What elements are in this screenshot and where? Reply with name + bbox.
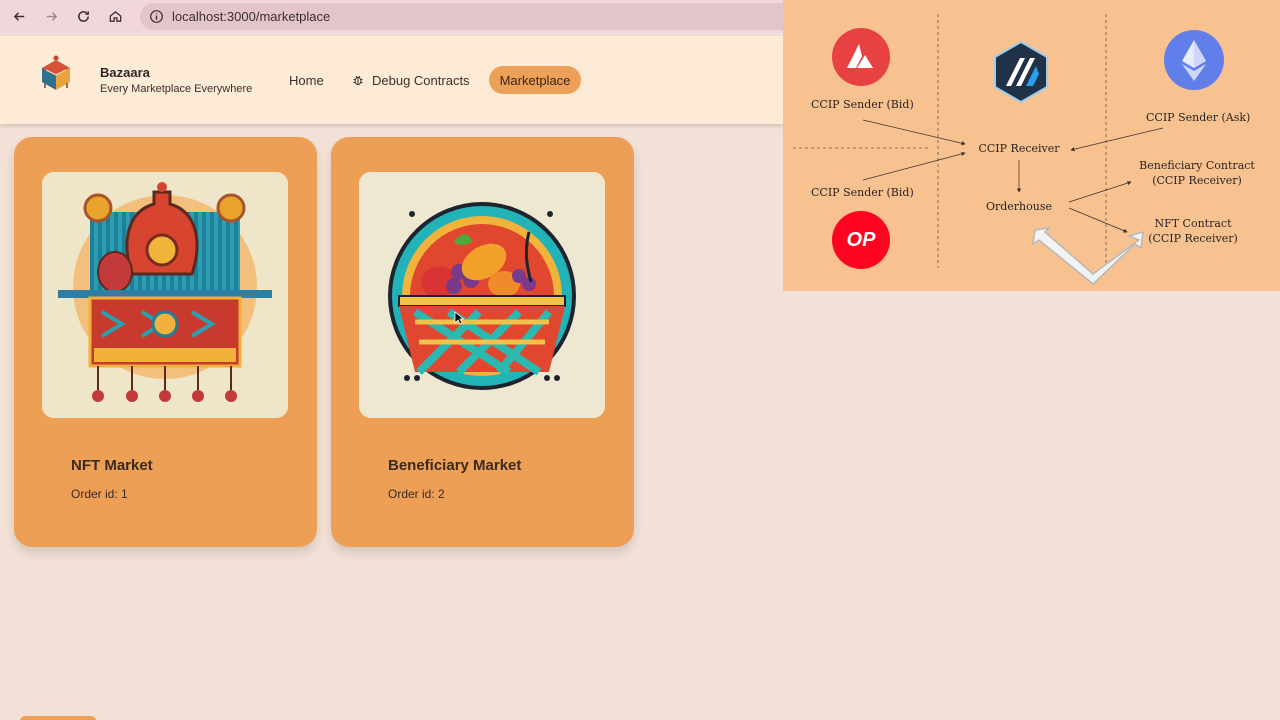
url-text[interactable]: localhost:3000/marketplace: [172, 9, 330, 24]
label-nft-receiver: (CCIP Receiver): [1148, 232, 1238, 245]
address-bar[interactable]: localhost:3000/marketplace: [140, 3, 800, 30]
label-sender-bid-bottom: CCIP Sender (Bid): [811, 186, 914, 199]
label-sender-bid-top: CCIP Sender (Bid): [811, 98, 914, 111]
market-card-nft[interactable]: NFT Market Order id: 1: [14, 137, 317, 547]
browser-toolbar: localhost:3000/marketplace: [0, 0, 800, 33]
market-card-beneficiary[interactable]: Beneficiary Market Order id: 2: [331, 137, 634, 547]
label-beneficiary-contract: Beneficiary Contract: [1139, 159, 1255, 172]
optimism-logo: OP: [832, 211, 890, 269]
nav-debug-label: Debug Contracts: [372, 72, 470, 88]
nav-debug-contracts[interactable]: Debug Contracts: [352, 66, 470, 94]
label-nft-contract: NFT Contract: [1154, 217, 1232, 230]
ethereum-logo: [1164, 30, 1224, 90]
footer-button-partial[interactable]: [20, 716, 96, 720]
nav-home-label: Home: [289, 72, 324, 88]
label-orderhouse: Orderhouse: [985, 200, 1053, 213]
app-header: Bazaara Every Marketplace Everywhere Hom…: [0, 36, 783, 124]
forward-button[interactable]: [35, 0, 67, 33]
home-button[interactable]: [99, 0, 131, 33]
home-icon: [109, 10, 121, 22]
arbitrum-logo: [994, 40, 1048, 104]
mouse-cursor-icon: [454, 311, 464, 325]
back-button[interactable]: [3, 0, 35, 33]
label-beneficiary-receiver: (CCIP Receiver): [1152, 174, 1242, 187]
label-receiver: CCIP Receiver: [978, 142, 1060, 155]
architecture-diagram: OP CCIP Sender (Bid) CCIP Sender (Bid) C…: [783, 0, 1280, 291]
nft-market-image: [42, 172, 288, 418]
bazaara-logo[interactable]: [36, 54, 76, 96]
reload-button[interactable]: [67, 0, 99, 33]
reload-icon: [77, 11, 89, 22]
nav-marketplace[interactable]: Marketplace: [489, 66, 581, 94]
forward-icon: [46, 12, 57, 21]
card-title: Beneficiary Market: [388, 457, 522, 474]
label-sender-ask: CCIP Sender (Ask): [1146, 111, 1251, 124]
beneficiary-market-image: [359, 172, 605, 418]
optimism-logo-text: OP: [846, 228, 876, 251]
avalanche-logo: [832, 28, 890, 86]
info-icon[interactable]: [148, 9, 164, 25]
card-title: NFT Market: [71, 457, 153, 474]
card-order-id: Order id: 1: [71, 487, 128, 501]
brand-name[interactable]: Bazaara: [100, 65, 150, 80]
brand-tagline: Every Marketplace Everywhere: [100, 83, 253, 95]
bug-icon: [353, 75, 363, 86]
nav-marketplace-label: Marketplace: [499, 72, 571, 88]
nav-home[interactable]: Home: [289, 66, 324, 94]
card-order-id: Order id: 2: [388, 487, 445, 501]
back-icon: [13, 12, 24, 21]
